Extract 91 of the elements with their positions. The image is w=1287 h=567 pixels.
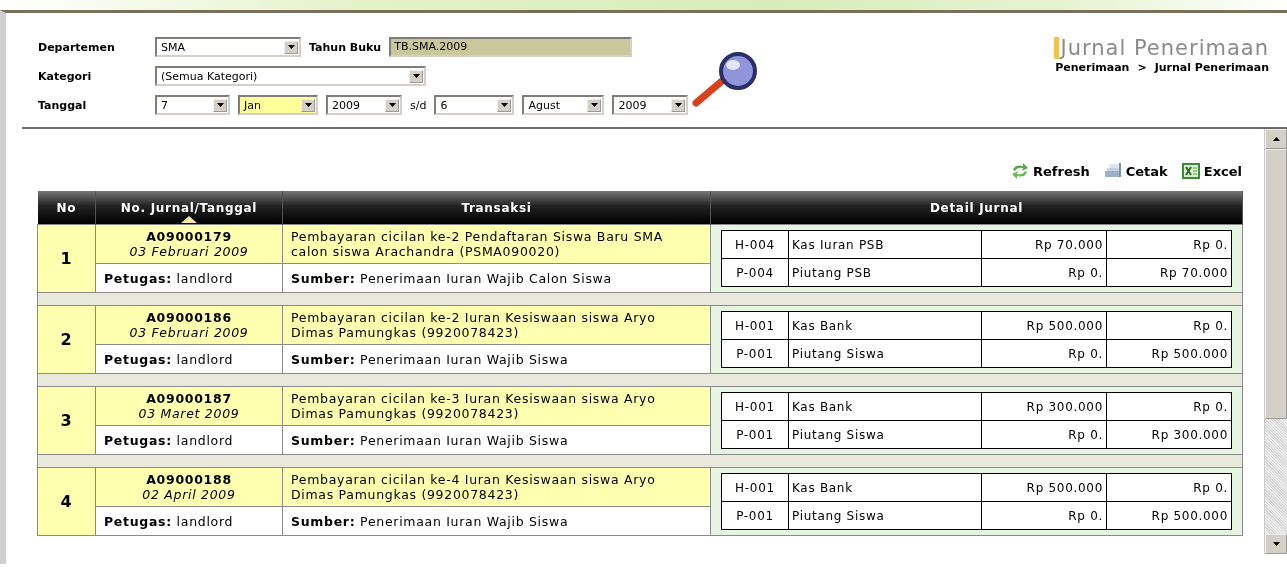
department-dropdown[interactable]: SMA bbox=[155, 37, 301, 57]
dropdown-arrow-icon bbox=[304, 103, 312, 107]
account-name-cell: Piutang Siswa bbox=[788, 501, 982, 530]
dropdown-arrow-icon bbox=[287, 45, 295, 49]
account-code-cell: H-004 bbox=[721, 230, 789, 259]
row-number: 2 bbox=[37, 305, 96, 374]
column-header[interactable]: Detail Jurnal bbox=[710, 191, 1243, 225]
document-stack-icon bbox=[1103, 163, 1122, 179]
toolbar-link[interactable]: Excel bbox=[1181, 151, 1242, 191]
column-header[interactable]: Transaksi bbox=[282, 191, 711, 225]
toolbar-link[interactable]: Cetak bbox=[1103, 151, 1168, 191]
field-label: Departemen bbox=[38, 40, 116, 54]
credit-cell: Rp 500.000 bbox=[1106, 501, 1232, 530]
debit-cell: Rp 300.000 bbox=[981, 392, 1107, 421]
credit-cell: Rp 500.000 bbox=[1106, 339, 1232, 368]
officer-cell: Petugas: landlord bbox=[95, 263, 283, 293]
field-label: Kategori bbox=[38, 69, 93, 83]
account-code-cell: H-001 bbox=[721, 392, 789, 421]
account-name-cell: Kas Bank bbox=[788, 392, 982, 421]
row-number: 1 bbox=[37, 224, 96, 293]
spreadsheet-icon bbox=[1181, 163, 1200, 179]
toolbar-link[interactable]: Refresh bbox=[1011, 151, 1090, 191]
credit-cell: Rp 0. bbox=[1106, 392, 1232, 421]
dropdown-arrow-icon bbox=[590, 103, 598, 107]
debit-cell: Rp 70.000 bbox=[981, 230, 1107, 259]
refresh-icon bbox=[1011, 163, 1030, 179]
credit-cell: Rp 0. bbox=[1106, 311, 1232, 340]
date-dropdown[interactable]: 7 bbox=[155, 95, 230, 115]
scrollbar[interactable] bbox=[1264, 129, 1287, 554]
debit-cell: Rp 500.000 bbox=[981, 311, 1107, 340]
account-name-cell: Piutang Siswa bbox=[788, 420, 982, 449]
source-cell: Sumber: Penerimaan Iuran Wajib Siswa bbox=[282, 506, 711, 536]
account-code-cell: P-001 bbox=[721, 420, 789, 449]
fiscal-year-field[interactable]: TB.SMA.2009 bbox=[389, 37, 633, 57]
account-code-cell: H-001 bbox=[721, 473, 789, 502]
debit-cell: Rp 0. bbox=[981, 420, 1107, 449]
date-dropdown[interactable]: 2009 bbox=[326, 95, 402, 115]
transaction-cell: Pembayaran cicilan ke-2 Pendaftaran Siswa Baru SMA calon siswa Arachandra (PSMA090020) bbox=[282, 224, 711, 264]
account-name-cell: Kas Iuran PSB bbox=[788, 230, 982, 259]
account-name-cell: Kas Bank bbox=[788, 473, 982, 502]
date-dropdown[interactable]: Jan bbox=[238, 95, 318, 115]
journal-cell: A09000187 03 Maret 2009 bbox=[95, 386, 283, 426]
debit-cell: Rp 0. bbox=[981, 501, 1107, 530]
dropdown-arrow-icon bbox=[500, 103, 508, 107]
transaction-cell: Pembayaran cicilan ke-4 Iuran Kesiswaan siswa Aryo Dimas Pamungkas (9920078423) bbox=[282, 467, 711, 507]
account-code-cell: P-001 bbox=[721, 501, 789, 530]
source-cell: Sumber: Penerimaan Iuran Wajib Calon Siswa bbox=[282, 263, 711, 293]
page-title: Jurnal Penerimaan bbox=[1053, 37, 1269, 59]
row-number: 4 bbox=[37, 467, 96, 536]
date-dropdown[interactable]: 6 bbox=[434, 95, 515, 115]
officer-cell: Petugas: landlord bbox=[95, 425, 283, 455]
source-cell: Sumber: Penerimaan Iuran Wajib Siswa bbox=[282, 344, 711, 374]
credit-cell: Rp 0. bbox=[1106, 473, 1232, 502]
account-code-cell: P-001 bbox=[721, 339, 789, 368]
account-name-cell: Kas Bank bbox=[788, 311, 982, 340]
debit-cell: Rp 500.000 bbox=[981, 473, 1107, 502]
credit-cell: Rp 70.000 bbox=[1106, 258, 1232, 287]
account-name-cell: Piutang PSB bbox=[788, 258, 982, 287]
date-dropdown[interactable]: 2009 bbox=[612, 95, 689, 115]
column-header[interactable]: No bbox=[37, 191, 96, 225]
scroll-up-icon[interactable] bbox=[1272, 137, 1280, 141]
field-label: Tanggal bbox=[38, 98, 88, 112]
field-label: Tahun Buku bbox=[309, 40, 382, 54]
scroll-down-icon[interactable] bbox=[1272, 542, 1280, 546]
date-dropdown[interactable]: Agust bbox=[522, 95, 605, 115]
credit-cell: Rp 300.000 bbox=[1106, 420, 1232, 449]
dropdown-arrow-icon bbox=[674, 103, 682, 107]
debit-cell: Rp 0. bbox=[981, 258, 1107, 287]
dropdown-arrow-icon bbox=[388, 103, 396, 107]
category-dropdown[interactable]: (Semua Kategori) bbox=[155, 66, 426, 86]
credit-cell: Rp 0. bbox=[1106, 230, 1232, 259]
officer-cell: Petugas: landlord bbox=[95, 344, 283, 374]
row-number: 3 bbox=[37, 386, 96, 455]
debit-cell: Rp 0. bbox=[981, 339, 1107, 368]
officer-cell: Petugas: landlord bbox=[95, 506, 283, 536]
source-cell: Sumber: Penerimaan Iuran Wajib Siswa bbox=[282, 425, 711, 455]
dropdown-arrow-icon bbox=[412, 74, 420, 78]
range-separator: s/d bbox=[410, 98, 427, 112]
account-name-cell: Piutang Siswa bbox=[788, 339, 982, 368]
breadcrumb-separator: > bbox=[1137, 61, 1147, 74]
breadcrumb-item[interactable]: Penerimaan bbox=[1055, 61, 1130, 74]
account-code-cell: H-001 bbox=[721, 311, 789, 340]
journal-cell: A09000179 03 Februari 2009 bbox=[95, 224, 283, 264]
account-code-cell: P-004 bbox=[721, 258, 789, 287]
transaction-cell: Pembayaran cicilan ke-3 Iuran Kesiswaan siswa Aryo Dimas Pamungkas (9920078423) bbox=[282, 386, 711, 426]
journal-cell: A09000186 03 Februari 2009 bbox=[95, 305, 283, 345]
transaction-cell: Pembayaran cicilan ke-2 Iuran Kesiswaan siswa Aryo Dimas Pamungkas (9920078423) bbox=[282, 305, 711, 345]
journal-cell: A09000188 02 April 2009 bbox=[95, 467, 283, 507]
dropdown-arrow-icon bbox=[216, 103, 224, 107]
breadcrumb-item[interactable]: Jurnal Penerimaan bbox=[1154, 61, 1269, 74]
column-header[interactable]: No. Jurnal/Tanggal bbox=[95, 191, 283, 225]
